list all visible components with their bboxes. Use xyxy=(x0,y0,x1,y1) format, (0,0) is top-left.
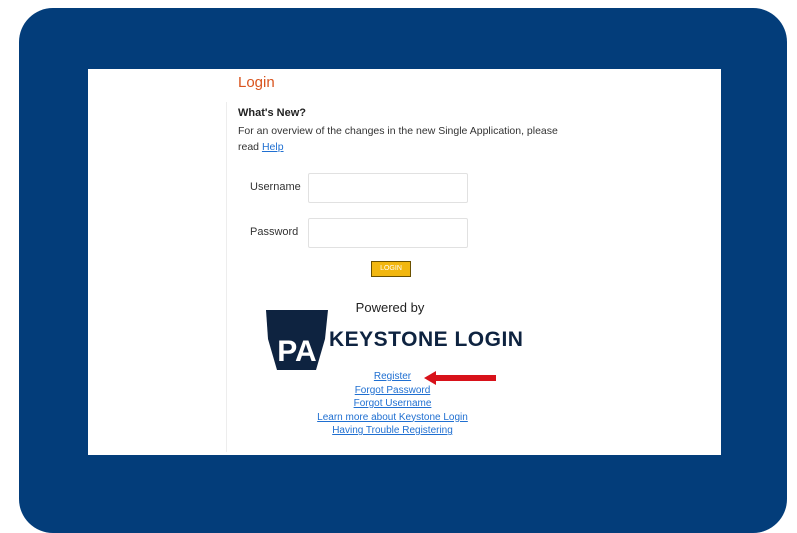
whats-new-heading: What's New? xyxy=(238,107,307,119)
learn-more-link[interactable]: Learn more about Keystone Login xyxy=(290,411,495,425)
red-arrow-icon xyxy=(424,371,496,385)
divider xyxy=(226,102,227,452)
page-title: Login xyxy=(238,74,275,91)
forgot-username-link[interactable]: Forgot Username xyxy=(290,397,495,411)
keystone-login-brand: KEYSTONE LOGIN xyxy=(329,328,524,351)
password-label: Password xyxy=(250,226,299,238)
logo-text: PA xyxy=(277,335,316,368)
username-label: Username xyxy=(250,181,301,193)
whats-new-description: For an overview of the changes in the ne… xyxy=(238,125,558,153)
login-button[interactable]: LOGIN xyxy=(371,261,411,277)
trouble-registering-link[interactable]: Having Trouble Registering xyxy=(290,424,495,438)
powered-by-text: Powered by xyxy=(355,300,425,315)
password-input[interactable] xyxy=(308,218,468,248)
pa-keystone-logo: PA xyxy=(266,310,328,370)
username-input[interactable] xyxy=(308,173,468,203)
whats-new-text: For an overview of the changes in the ne… xyxy=(238,123,568,155)
help-link[interactable]: Help xyxy=(262,141,284,153)
